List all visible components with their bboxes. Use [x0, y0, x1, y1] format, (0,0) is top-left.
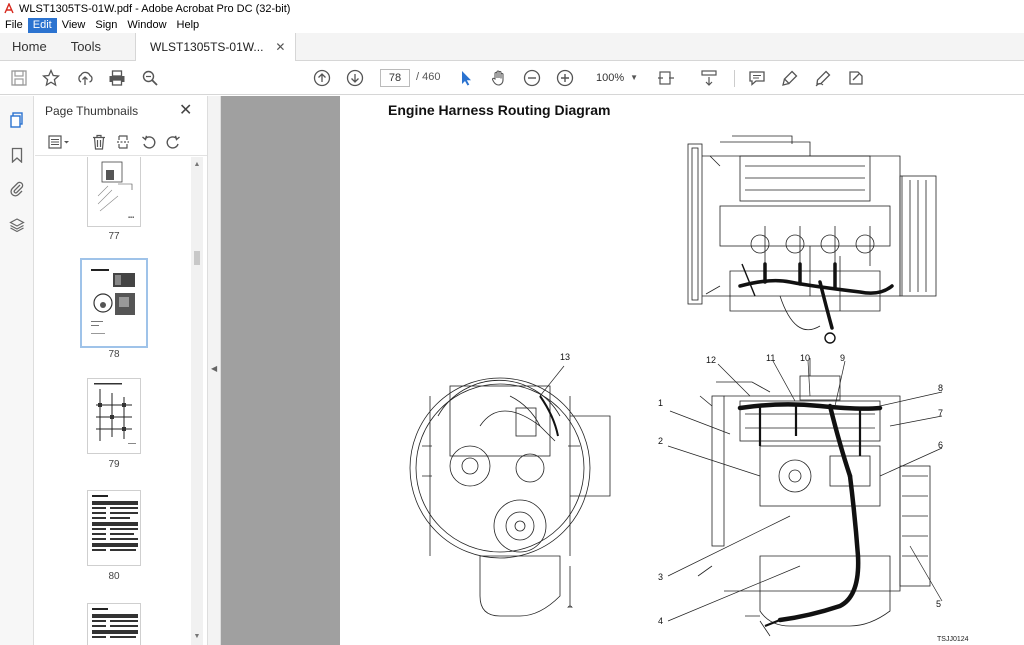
page-thumbnails-panel: Page Thumbnails ✕ ▪▪▪ 77 78 79 80 ▲ ▼: [35, 96, 207, 645]
scroll-down-icon[interactable]: ▼: [191, 631, 203, 643]
zoom-in-icon[interactable]: [554, 67, 576, 89]
tab-home[interactable]: Home: [0, 33, 59, 60]
callout-label: 7: [938, 408, 944, 418]
thumbnail-80-image: [92, 495, 138, 551]
callout-label: 1: [658, 398, 664, 408]
tab-bar: Home Tools WLST1305TS-01W... ✕: [0, 33, 1024, 61]
scroll-up-icon[interactable]: ▲: [191, 159, 203, 171]
chevron-down-icon: ▼: [630, 73, 638, 82]
delete-trash-icon[interactable]: [89, 132, 109, 152]
acrobat-icon: [3, 2, 15, 15]
rotate-clockwise-icon[interactable]: [163, 132, 183, 152]
callout-label: 4: [658, 616, 664, 626]
menu-window[interactable]: Window: [122, 18, 171, 33]
callout-label: 9: [840, 353, 846, 363]
draw-tool-icon[interactable]: [812, 67, 834, 89]
document-view[interactable]: Engine Harness Routing Diagram 13 1 2 3 …: [221, 96, 1024, 645]
menu-sign[interactable]: Sign: [90, 18, 122, 33]
callout-label: 13: [560, 352, 571, 362]
callout-label: 10: [800, 353, 811, 363]
bookmark-star-icon[interactable]: [40, 67, 62, 89]
select-cursor-icon[interactable]: [455, 67, 477, 89]
window-title: WLST1305TS-01W.pdf - Adobe Acrobat Pro D…: [19, 2, 291, 15]
print-icon[interactable]: [106, 67, 128, 89]
page-thumbnails-icon[interactable]: [6, 109, 28, 131]
bookmarks-icon[interactable]: [6, 144, 28, 166]
hand-tool-icon[interactable]: [488, 67, 510, 89]
tab-document[interactable]: WLST1305TS-01W... ✕: [135, 33, 297, 61]
zoom-value: 100%: [596, 72, 625, 84]
page-number-input[interactable]: 78: [380, 69, 410, 87]
thumbnail-label: 80: [108, 571, 120, 582]
previous-page-icon[interactable]: [311, 67, 333, 89]
search-zoom-icon[interactable]: [139, 67, 161, 89]
save-icon[interactable]: [8, 67, 30, 89]
callout-label: 8: [938, 383, 944, 393]
svg-text:▪▪▪: ▪▪▪: [128, 215, 134, 219]
close-panel-icon[interactable]: ✕: [179, 100, 192, 120]
zoom-select[interactable]: 100% ▼: [590, 69, 642, 87]
thumbnail-scrollbar[interactable]: ▲ ▼: [191, 157, 203, 645]
fill-sign-icon[interactable]: [845, 67, 867, 89]
thumbnail-page-80[interactable]: [87, 490, 141, 566]
thumbnail-next-image: [92, 608, 138, 638]
callout-label: 5: [936, 599, 942, 609]
toolbar-divider: [734, 70, 735, 87]
callout-label: 6: [938, 440, 944, 450]
figure-code: TSJJ0124: [937, 636, 969, 643]
thumbnail-toolbar: [35, 128, 207, 156]
main-toolbar: 78 / 460 100% ▼: [0, 61, 1024, 95]
panel-splitter[interactable]: ◀: [207, 96, 221, 645]
panel-title: Page Thumbnails: [45, 104, 139, 118]
thumbnail-list[interactable]: ▪▪▪ 77 78 79 80: [35, 157, 195, 645]
thumbnail-77-image: ▪▪▪: [97, 161, 134, 219]
tab-tools[interactable]: Tools: [59, 33, 113, 60]
menu-file[interactable]: File: [0, 18, 28, 33]
thumbnail-page-79[interactable]: [87, 378, 141, 454]
engine-harness-diagram: [409, 135, 943, 637]
thumbnail-label: 79: [108, 459, 120, 470]
left-navigation-rail: [0, 96, 34, 645]
menu-view[interactable]: View: [57, 18, 91, 33]
zoom-out-icon[interactable]: [521, 67, 543, 89]
highlight-pen-icon[interactable]: [779, 67, 801, 89]
page-fit-icon[interactable]: [655, 67, 677, 89]
attachments-paperclip-icon[interactable]: [6, 178, 28, 200]
scroll-mode-icon[interactable]: [698, 67, 720, 89]
menu-help[interactable]: Help: [172, 18, 205, 33]
page-count: / 460: [416, 71, 441, 83]
scrollbar-thumb[interactable]: [194, 251, 200, 265]
callout-label: 3: [658, 572, 664, 582]
thumbnail-label: 77: [108, 231, 120, 242]
rotate-counterclockwise-icon[interactable]: [139, 132, 159, 152]
share-upload-icon[interactable]: [74, 67, 96, 89]
thumbnail-page-78[interactable]: [80, 258, 148, 348]
close-tab-icon[interactable]: ✕: [275, 40, 285, 54]
menu-bar: File Edit View Sign Window Help: [0, 17, 1024, 33]
next-page-icon[interactable]: [344, 67, 366, 89]
pdf-page: Engine Harness Routing Diagram 13 1 2 3 …: [340, 96, 1024, 645]
extract-pages-icon[interactable]: [113, 132, 133, 152]
thumbnail-78-image: [85, 263, 143, 343]
thumbnail-label: 78: [108, 349, 120, 360]
comment-icon[interactable]: [746, 67, 768, 89]
document-tab-label: WLST1305TS-01W...: [150, 40, 264, 54]
layers-icon[interactable]: [6, 214, 28, 236]
collapse-panel-icon[interactable]: ◀: [211, 364, 217, 373]
callout-label: 12: [706, 355, 717, 365]
thumbnail-79-image: [94, 383, 136, 444]
menu-edit[interactable]: Edit: [27, 17, 57, 33]
thumbnail-options-icon[interactable]: [45, 132, 73, 152]
callout-label: 2: [658, 436, 664, 446]
title-bar: WLST1305TS-01W.pdf - Adobe Acrobat Pro D…: [0, 0, 1024, 17]
thumbnail-page-77[interactable]: ▪▪▪: [87, 157, 141, 227]
thumbnail-page-next[interactable]: [87, 603, 141, 645]
callout-label: 11: [766, 353, 776, 363]
